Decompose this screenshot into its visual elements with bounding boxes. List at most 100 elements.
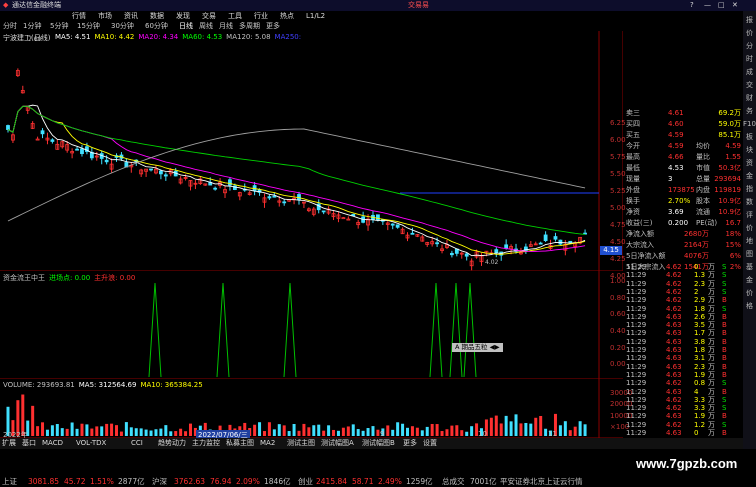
quote-label: 外盘 bbox=[626, 186, 640, 194]
menu-item[interactable]: 热点 bbox=[280, 11, 294, 21]
current-price-tag: 4.15 bbox=[600, 246, 622, 255]
sidebar-tab[interactable]: 金 bbox=[743, 171, 756, 181]
close-icon[interactable]: ✕ bbox=[732, 0, 738, 11]
sidebar-tab[interactable]: 评 bbox=[743, 210, 756, 220]
quote-value: 4.61 bbox=[668, 109, 684, 117]
quote-extra: 均价 bbox=[696, 142, 710, 150]
menu-item[interactable]: L1/L2 bbox=[306, 11, 325, 21]
sidebar-tab[interactable]: 时 bbox=[743, 54, 756, 64]
sidebar-tab[interactable]: 报 bbox=[743, 15, 756, 25]
title-bar: ◆ 通达信金融终端 交易易 ? — □ ✕ bbox=[0, 0, 756, 11]
indicator-tab[interactable]: 测试幅图A bbox=[321, 438, 354, 449]
sidebar-tab[interactable]: 务 bbox=[743, 106, 756, 116]
brand-label[interactable]: 交易易 bbox=[408, 0, 429, 11]
sidebar-tab[interactable]: 图 bbox=[743, 249, 756, 259]
quote-extra: 市值 bbox=[696, 164, 710, 172]
indicator-tab[interactable]: 基口 bbox=[22, 438, 36, 449]
sidebar-tab[interactable]: 板 bbox=[743, 132, 756, 142]
menu-item[interactable]: 工具 bbox=[228, 11, 242, 21]
sidebar-tab[interactable]: 价 bbox=[743, 223, 756, 233]
kline-chart[interactable]: 宁波建工(日线) MA5: 4.51 MA10: 4.42 MA20: 4.34 MA… bbox=[0, 31, 623, 271]
indicator-panel[interactable]: 资金流王中王 进场点: 0.00 主升浪: 0.00 A 期品五粒 ◀▶ bbox=[0, 271, 623, 379]
indicator-tab[interactable]: 测试幅图B bbox=[362, 438, 395, 449]
period-tab[interactable]: 分时 bbox=[3, 21, 17, 31]
quote-extra: 量比 bbox=[696, 153, 710, 161]
sidebar-tab[interactable]: 成 bbox=[743, 67, 756, 77]
sidebar-tab[interactable]: 金 bbox=[743, 275, 756, 285]
indicator-tab[interactable]: CCI bbox=[131, 438, 143, 449]
sidebar-tab[interactable]: 分 bbox=[743, 41, 756, 51]
period-popup[interactable]: A 期品五粒 ◀▶ bbox=[452, 343, 503, 352]
menu-item[interactable]: 市场 bbox=[98, 11, 112, 21]
sidebar-tab[interactable]: 地 bbox=[743, 236, 756, 246]
indicator-tab[interactable]: 私募主图 bbox=[226, 438, 254, 449]
quote-label: 现量 bbox=[626, 175, 640, 183]
sidebar-tab[interactable]: F10 bbox=[743, 119, 756, 129]
tick-p: 4.63 bbox=[666, 429, 682, 437]
period-tab[interactable]: 1分钟 bbox=[23, 21, 41, 31]
period-tab[interactable]: 5分钟 bbox=[50, 21, 68, 31]
status-item: 总成交 bbox=[442, 477, 465, 486]
quote-extra-value: 10.9亿 bbox=[718, 197, 741, 205]
quote-label: 最高 bbox=[626, 153, 640, 161]
ma-legend: MA5: 4.51 MA10: 4.42 MA20: 4.34 MA60: 4.53 M… bbox=[55, 33, 305, 41]
menu-item[interactable]: 交易 bbox=[202, 11, 216, 21]
sidebar-tab[interactable]: 价 bbox=[743, 28, 756, 38]
sidebar-tab[interactable]: 数 bbox=[743, 197, 756, 207]
quote-label: 净资 bbox=[626, 208, 640, 216]
volume-label: VOLUME: 293693.81 bbox=[3, 381, 75, 389]
quote-row: 换手 2.70% 10.9亿 股本 bbox=[624, 196, 743, 206]
period-tab[interactable]: 15分钟 bbox=[77, 21, 100, 31]
quote-label: 买五 bbox=[626, 131, 640, 139]
indicator-tab[interactable]: 设置 bbox=[423, 438, 437, 449]
sidebar-tab[interactable]: 价 bbox=[743, 288, 756, 298]
quote-row: 外盘 173875 119819 内盘 bbox=[624, 185, 743, 195]
sidebar-tab[interactable]: 交 bbox=[743, 80, 756, 90]
period-tab[interactable]: 30分钟 bbox=[111, 21, 134, 31]
indicator-tab[interactable]: 更多 bbox=[403, 438, 417, 449]
menu-item[interactable]: 数据 bbox=[150, 11, 164, 21]
period-tab[interactable]: 周线 bbox=[199, 21, 213, 31]
indicator-tab[interactable]: 主力监控 bbox=[192, 438, 220, 449]
status-item: 58.71 bbox=[352, 477, 374, 486]
quote-extra: 总量 bbox=[696, 175, 710, 183]
sidebar-tab[interactable]: 财 bbox=[743, 93, 756, 103]
period-tab[interactable]: 60分钟 bbox=[145, 21, 168, 31]
indicator-tab[interactable]: 扩展 bbox=[2, 438, 16, 449]
period-tab[interactable]: 月线 bbox=[219, 21, 233, 31]
menu-item[interactable]: 行业 bbox=[254, 11, 268, 21]
menu-item[interactable]: 资讯 bbox=[124, 11, 138, 21]
sidebar-tab[interactable]: 基 bbox=[743, 262, 756, 272]
help-icon[interactable]: ? bbox=[690, 0, 694, 11]
quote-value: 173875 bbox=[668, 186, 695, 194]
minimize-icon[interactable]: — bbox=[704, 0, 711, 11]
sidebar-tab[interactable]: 指 bbox=[743, 184, 756, 194]
tick-s: B bbox=[722, 429, 727, 437]
flow-row: 净流入额 2680万 18% bbox=[624, 229, 743, 239]
indicator-tab[interactable]: MA2 bbox=[260, 438, 275, 449]
quote-label: 收益(三) bbox=[626, 219, 653, 227]
volume-panel[interactable]: VOLUME: 293693.81 MA5: 312564.69 MA10: 365… bbox=[0, 379, 623, 438]
right-sidebar: 报价分时成交财务 F10 板块资金指数评价地图基金价格 bbox=[743, 11, 756, 461]
volume-label: MA10: 365384.25 bbox=[140, 381, 203, 389]
indicator-tab[interactable]: VOL-TDX bbox=[76, 438, 106, 449]
period-tab[interactable]: 多周期 bbox=[239, 21, 260, 31]
flow-pct: 6% bbox=[729, 252, 741, 260]
status-item: 2415.84 bbox=[316, 477, 348, 486]
status-item: 1259亿 bbox=[406, 477, 433, 486]
sidebar-tab[interactable]: 资 bbox=[743, 158, 756, 168]
quote-label: 卖三 bbox=[626, 109, 640, 117]
watermark: www.7gpzb.com bbox=[636, 456, 738, 471]
period-tab[interactable]: 日线 bbox=[179, 21, 193, 31]
menu-item[interactable]: 行情 bbox=[72, 11, 86, 21]
indicator-tab[interactable]: 趋势动力 bbox=[158, 438, 186, 449]
indicator-tab[interactable]: MACD bbox=[42, 438, 63, 449]
quote-row: 卖三 4.61 69.2万 bbox=[624, 108, 743, 118]
sidebar-tab[interactable]: 格 bbox=[743, 301, 756, 311]
indicator-tab[interactable]: 测试主图 bbox=[287, 438, 315, 449]
sidebar-tab[interactable]: 块 bbox=[743, 145, 756, 155]
quote-value: 4.60 bbox=[668, 120, 684, 128]
maximize-icon[interactable]: □ bbox=[718, 0, 725, 11]
menu-item[interactable]: 发现 bbox=[176, 11, 190, 21]
period-tab[interactable]: 更多 bbox=[266, 21, 280, 31]
